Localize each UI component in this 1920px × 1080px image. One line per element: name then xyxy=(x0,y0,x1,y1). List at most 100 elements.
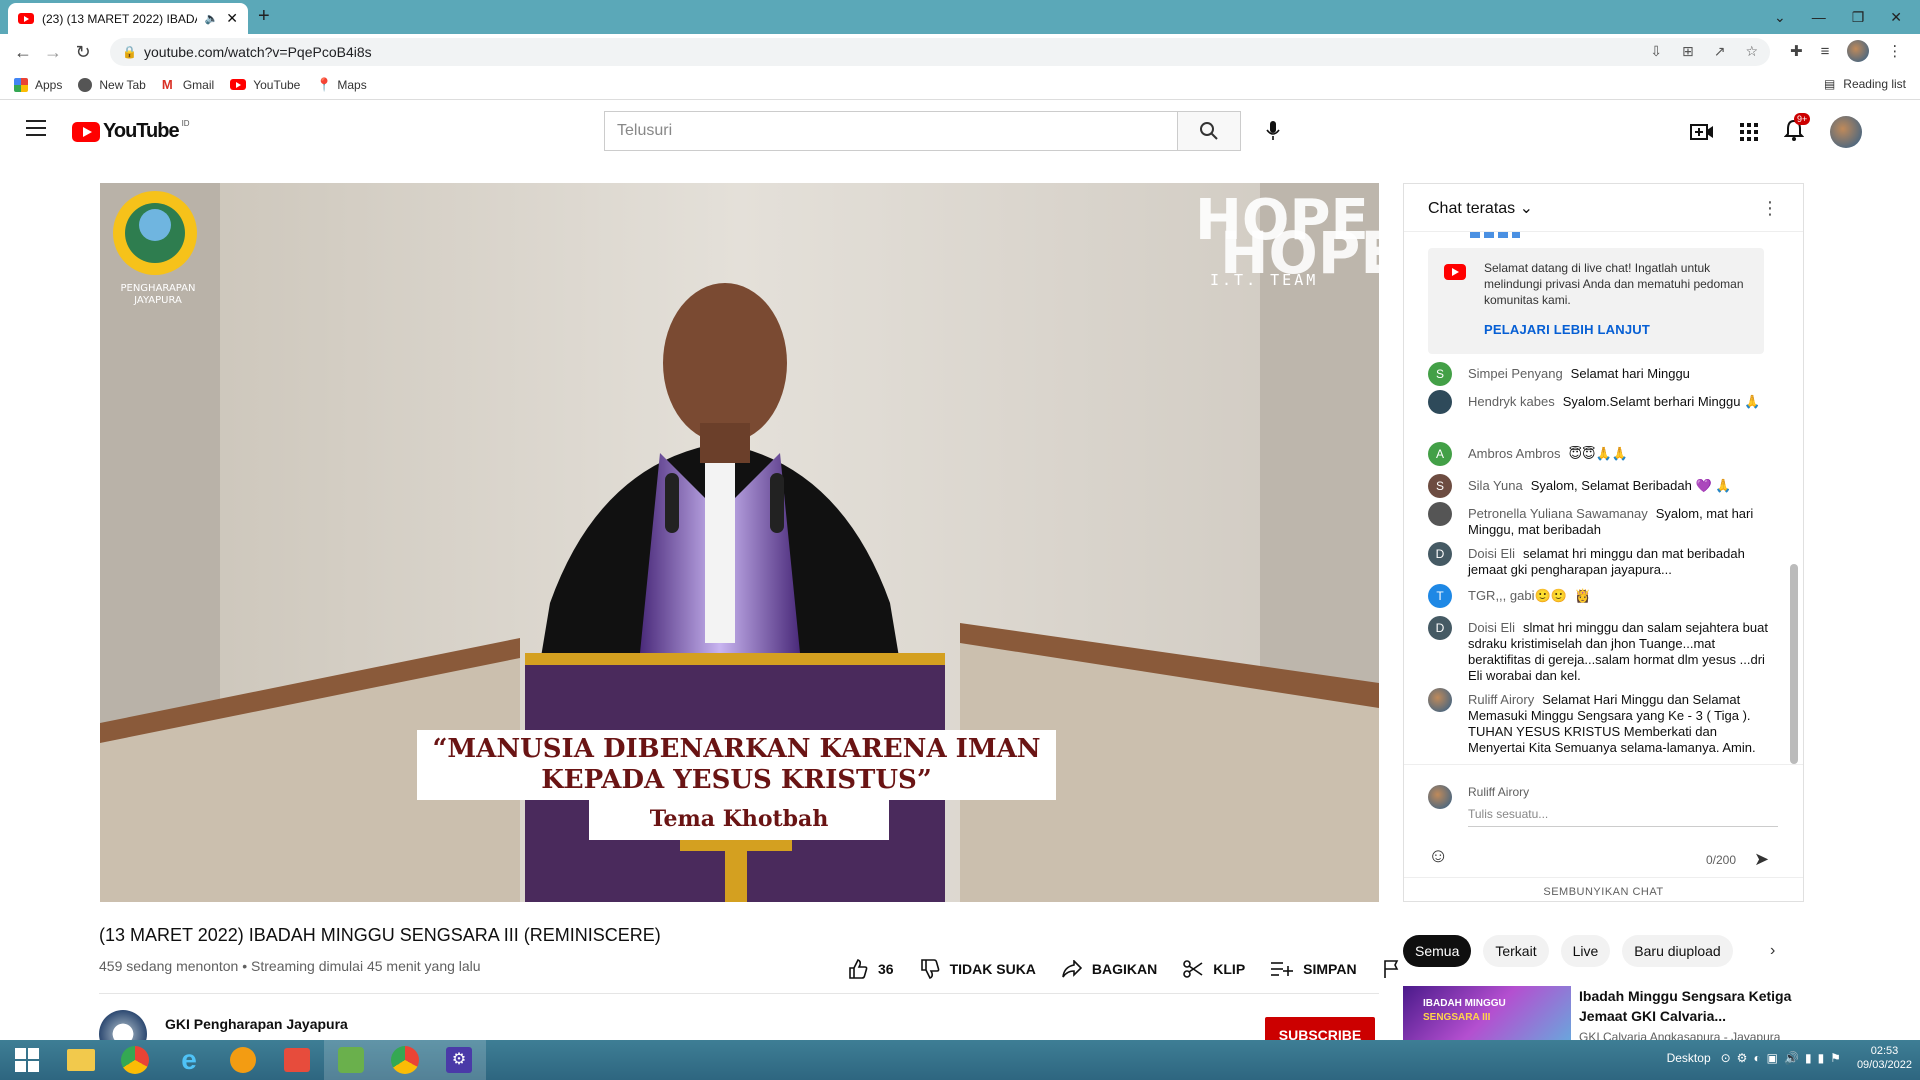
browser-tab[interactable]: (23) (13 MARET 2022) IBADAH 🔈 ✕ xyxy=(8,3,248,34)
chat-author[interactable]: Sila Yuna xyxy=(1468,478,1523,493)
presentation-icon[interactable] xyxy=(270,1040,324,1080)
media-control-icon[interactable]: ≡ xyxy=(1821,43,1830,60)
clip-button[interactable]: KLIP xyxy=(1183,959,1245,979)
like-button[interactable]: 36 xyxy=(848,959,894,979)
lock-icon[interactable]: 🔒 xyxy=(122,45,137,59)
report-button[interactable] xyxy=(1383,960,1399,978)
reload-button[interactable]: ↻ xyxy=(68,42,98,63)
close-window-button[interactable]: ✕ xyxy=(1890,9,1902,26)
url-text[interactable]: youtube.com/watch?v=PqePcoB4i8s xyxy=(144,44,372,60)
chat-author[interactable]: Petronella Yuliana Sawamanay xyxy=(1468,506,1648,521)
account-avatar[interactable] xyxy=(1830,116,1862,148)
save-label: SIMPAN xyxy=(1303,961,1357,977)
video-thumbnail[interactable]: IBADAH MINGGU SENGSARA III xyxy=(1403,986,1571,1046)
notifications-button[interactable]: 9+ xyxy=(1783,112,1811,146)
chevron-down-icon: ⌄ xyxy=(1519,199,1534,217)
create-video-icon[interactable] xyxy=(1690,123,1714,141)
learn-more-link[interactable]: PELAJARI LEBIH LANJUT xyxy=(1484,322,1650,337)
chip-baru-diupload[interactable]: Baru diupload xyxy=(1622,935,1733,967)
browser-tab-bar: (23) (13 MARET 2022) IBADAH 🔈 ✕ + ⌄ — ❐ … xyxy=(0,0,1920,34)
new-tab-button[interactable]: + xyxy=(258,5,270,28)
chrome-icon[interactable] xyxy=(108,1040,162,1080)
tray-icons[interactable]: ⊙⚙◐▣🔊▮▮⚑ xyxy=(1721,1051,1847,1065)
search-input[interactable]: Telusuri xyxy=(604,111,1178,151)
chat-author[interactable]: Hendryk kabes xyxy=(1468,394,1555,409)
chat-author[interactable]: Ruliff Airory xyxy=(1468,692,1534,707)
close-tab-icon[interactable]: ✕ xyxy=(226,10,238,27)
notification-badge: 9+ xyxy=(1794,112,1811,125)
bookmark-new-tab[interactable]: New Tab xyxy=(78,77,146,92)
settings-gear-icon[interactable]: ⚙ xyxy=(432,1040,486,1080)
bookmark-youtube[interactable]: YouTube xyxy=(230,78,300,92)
channel-name[interactable]: GKI Pengharapan Jayapura xyxy=(165,1016,348,1032)
bookmark-gmail[interactable]: M Gmail xyxy=(162,77,214,92)
speaker-icon[interactable]: 🔈 xyxy=(205,12,219,25)
apps-icon[interactable] xyxy=(1740,123,1758,141)
chat-avatar: S xyxy=(1428,474,1452,498)
logo-left-caption: PENGHARAPAN JAYAPURA xyxy=(108,283,208,307)
thumb-text2: SENGSARA III xyxy=(1423,1012,1491,1023)
back-button[interactable]: ← xyxy=(8,42,38,63)
save-button[interactable]: SIMPAN xyxy=(1271,961,1357,977)
youtube-icon xyxy=(1444,264,1466,280)
chevron-right-icon[interactable]: › xyxy=(1770,942,1775,960)
video-player[interactable]: HOPE PENGHARAPAN JAYAPURA HOPE I.T. TEAM… xyxy=(100,183,1379,902)
forward-button[interactable]: → xyxy=(38,42,68,63)
chat-scrollbar[interactable] xyxy=(1790,564,1798,764)
emoji-icon[interactable]: ☺ xyxy=(1428,845,1448,868)
chat-author[interactable]: Doisi Eli xyxy=(1468,620,1515,635)
internet-explorer-icon[interactable]: e xyxy=(162,1040,216,1080)
voice-search-button[interactable] xyxy=(1255,113,1291,149)
address-bar[interactable]: 🔒 youtube.com/watch?v=PqePcoB4i8s ⇩ ⊞ ↗ … xyxy=(110,38,1770,66)
send-icon[interactable]: ➤ xyxy=(1754,849,1769,870)
chat-author[interactable]: Simpei Penyang xyxy=(1468,366,1563,381)
bookmark-star-icon[interactable]: ☆ xyxy=(1745,43,1758,60)
theme-line2: KEPADA YESUS KRISTUS” xyxy=(541,765,932,795)
profile-avatar[interactable] xyxy=(1847,40,1870,62)
media-player-icon[interactable] xyxy=(216,1040,270,1080)
hide-chat-button[interactable]: SEMBUNYIKAN CHAT xyxy=(1404,877,1803,898)
clock-date: 09/03/2022 xyxy=(1856,1059,1912,1071)
reading-list[interactable]: ▤ Reading list xyxy=(1824,77,1906,91)
chat-input[interactable]: Tulis sesuatu... xyxy=(1468,807,1778,827)
chip-terkait[interactable]: Terkait xyxy=(1483,935,1549,967)
hamburger-menu-icon[interactable] xyxy=(26,120,46,136)
youtube-logo[interactable]: YouTube ID xyxy=(72,119,190,143)
share-icon[interactable]: ↗ xyxy=(1714,43,1726,60)
chat-message: D Doisi Eli slmat hri minggu dan salam sej… xyxy=(1428,616,1768,684)
chat-more-icon[interactable]: ⋮ xyxy=(1761,198,1779,219)
recommended-title[interactable]: Ibadah Minggu Sengsara Ketiga Jemaat GKI… xyxy=(1579,986,1799,1026)
tab-search-icon[interactable]: ⌄ xyxy=(1774,9,1786,26)
translate-icon[interactable]: ⊞ xyxy=(1682,43,1694,60)
share-button[interactable]: BAGIKAN xyxy=(1062,960,1157,978)
chat-author[interactable]: TGR,,, gabi🙂🙂 xyxy=(1468,588,1567,603)
minimize-button[interactable]: — xyxy=(1812,9,1826,25)
chat-author[interactable]: Ambros Ambros xyxy=(1468,446,1560,461)
chip-live[interactable]: Live xyxy=(1560,935,1611,967)
file-explorer-icon[interactable] xyxy=(54,1040,108,1080)
search-icon xyxy=(1200,122,1218,140)
chat-message: S Sila Yuna Syalom, Selamat Beribadah 💜 🙏 xyxy=(1428,474,1768,498)
install-icon[interactable]: ⇩ xyxy=(1650,43,1662,60)
emoji-strip xyxy=(1470,232,1520,238)
desktop-toolbar[interactable]: Desktop xyxy=(1667,1051,1711,1065)
menu-icon[interactable]: ⋮ xyxy=(1887,42,1902,60)
chat-mode-selector[interactable]: Chat teratas ⌄ xyxy=(1428,198,1533,218)
chrome-active-icon[interactable] xyxy=(378,1040,432,1080)
app-icon[interactable] xyxy=(324,1040,378,1080)
search-button[interactable] xyxy=(1177,111,1241,151)
theme-caption: Tema Khotbah xyxy=(589,800,889,840)
video-meta: 459 sedang menonton • Streaming dimulai … xyxy=(99,958,481,974)
extensions-icon[interactable]: ✚ xyxy=(1790,42,1803,60)
chip-semua[interactable]: Semua xyxy=(1403,935,1472,967)
bookmark-apps[interactable]: Apps xyxy=(14,77,62,92)
sermon-theme-banner: “MANUSIA DIBENARKAN KARENA IMAN KEPADA Y… xyxy=(417,730,1056,800)
chat-message: Hendryk kabes Syalom.Selamt berhari Mingg… xyxy=(1428,390,1768,414)
clock[interactable]: 02:53 09/03/2022 xyxy=(1857,1044,1912,1072)
start-button[interactable] xyxy=(0,1040,54,1080)
dislike-button[interactable]: TIDAK SUKA xyxy=(920,959,1036,979)
hope-logo: HOPE xyxy=(1195,191,1369,251)
chat-author[interactable]: Doisi Eli xyxy=(1468,546,1515,561)
restore-button[interactable]: ❐ xyxy=(1852,9,1865,26)
bookmark-maps[interactable]: 📍 Maps xyxy=(316,77,366,92)
